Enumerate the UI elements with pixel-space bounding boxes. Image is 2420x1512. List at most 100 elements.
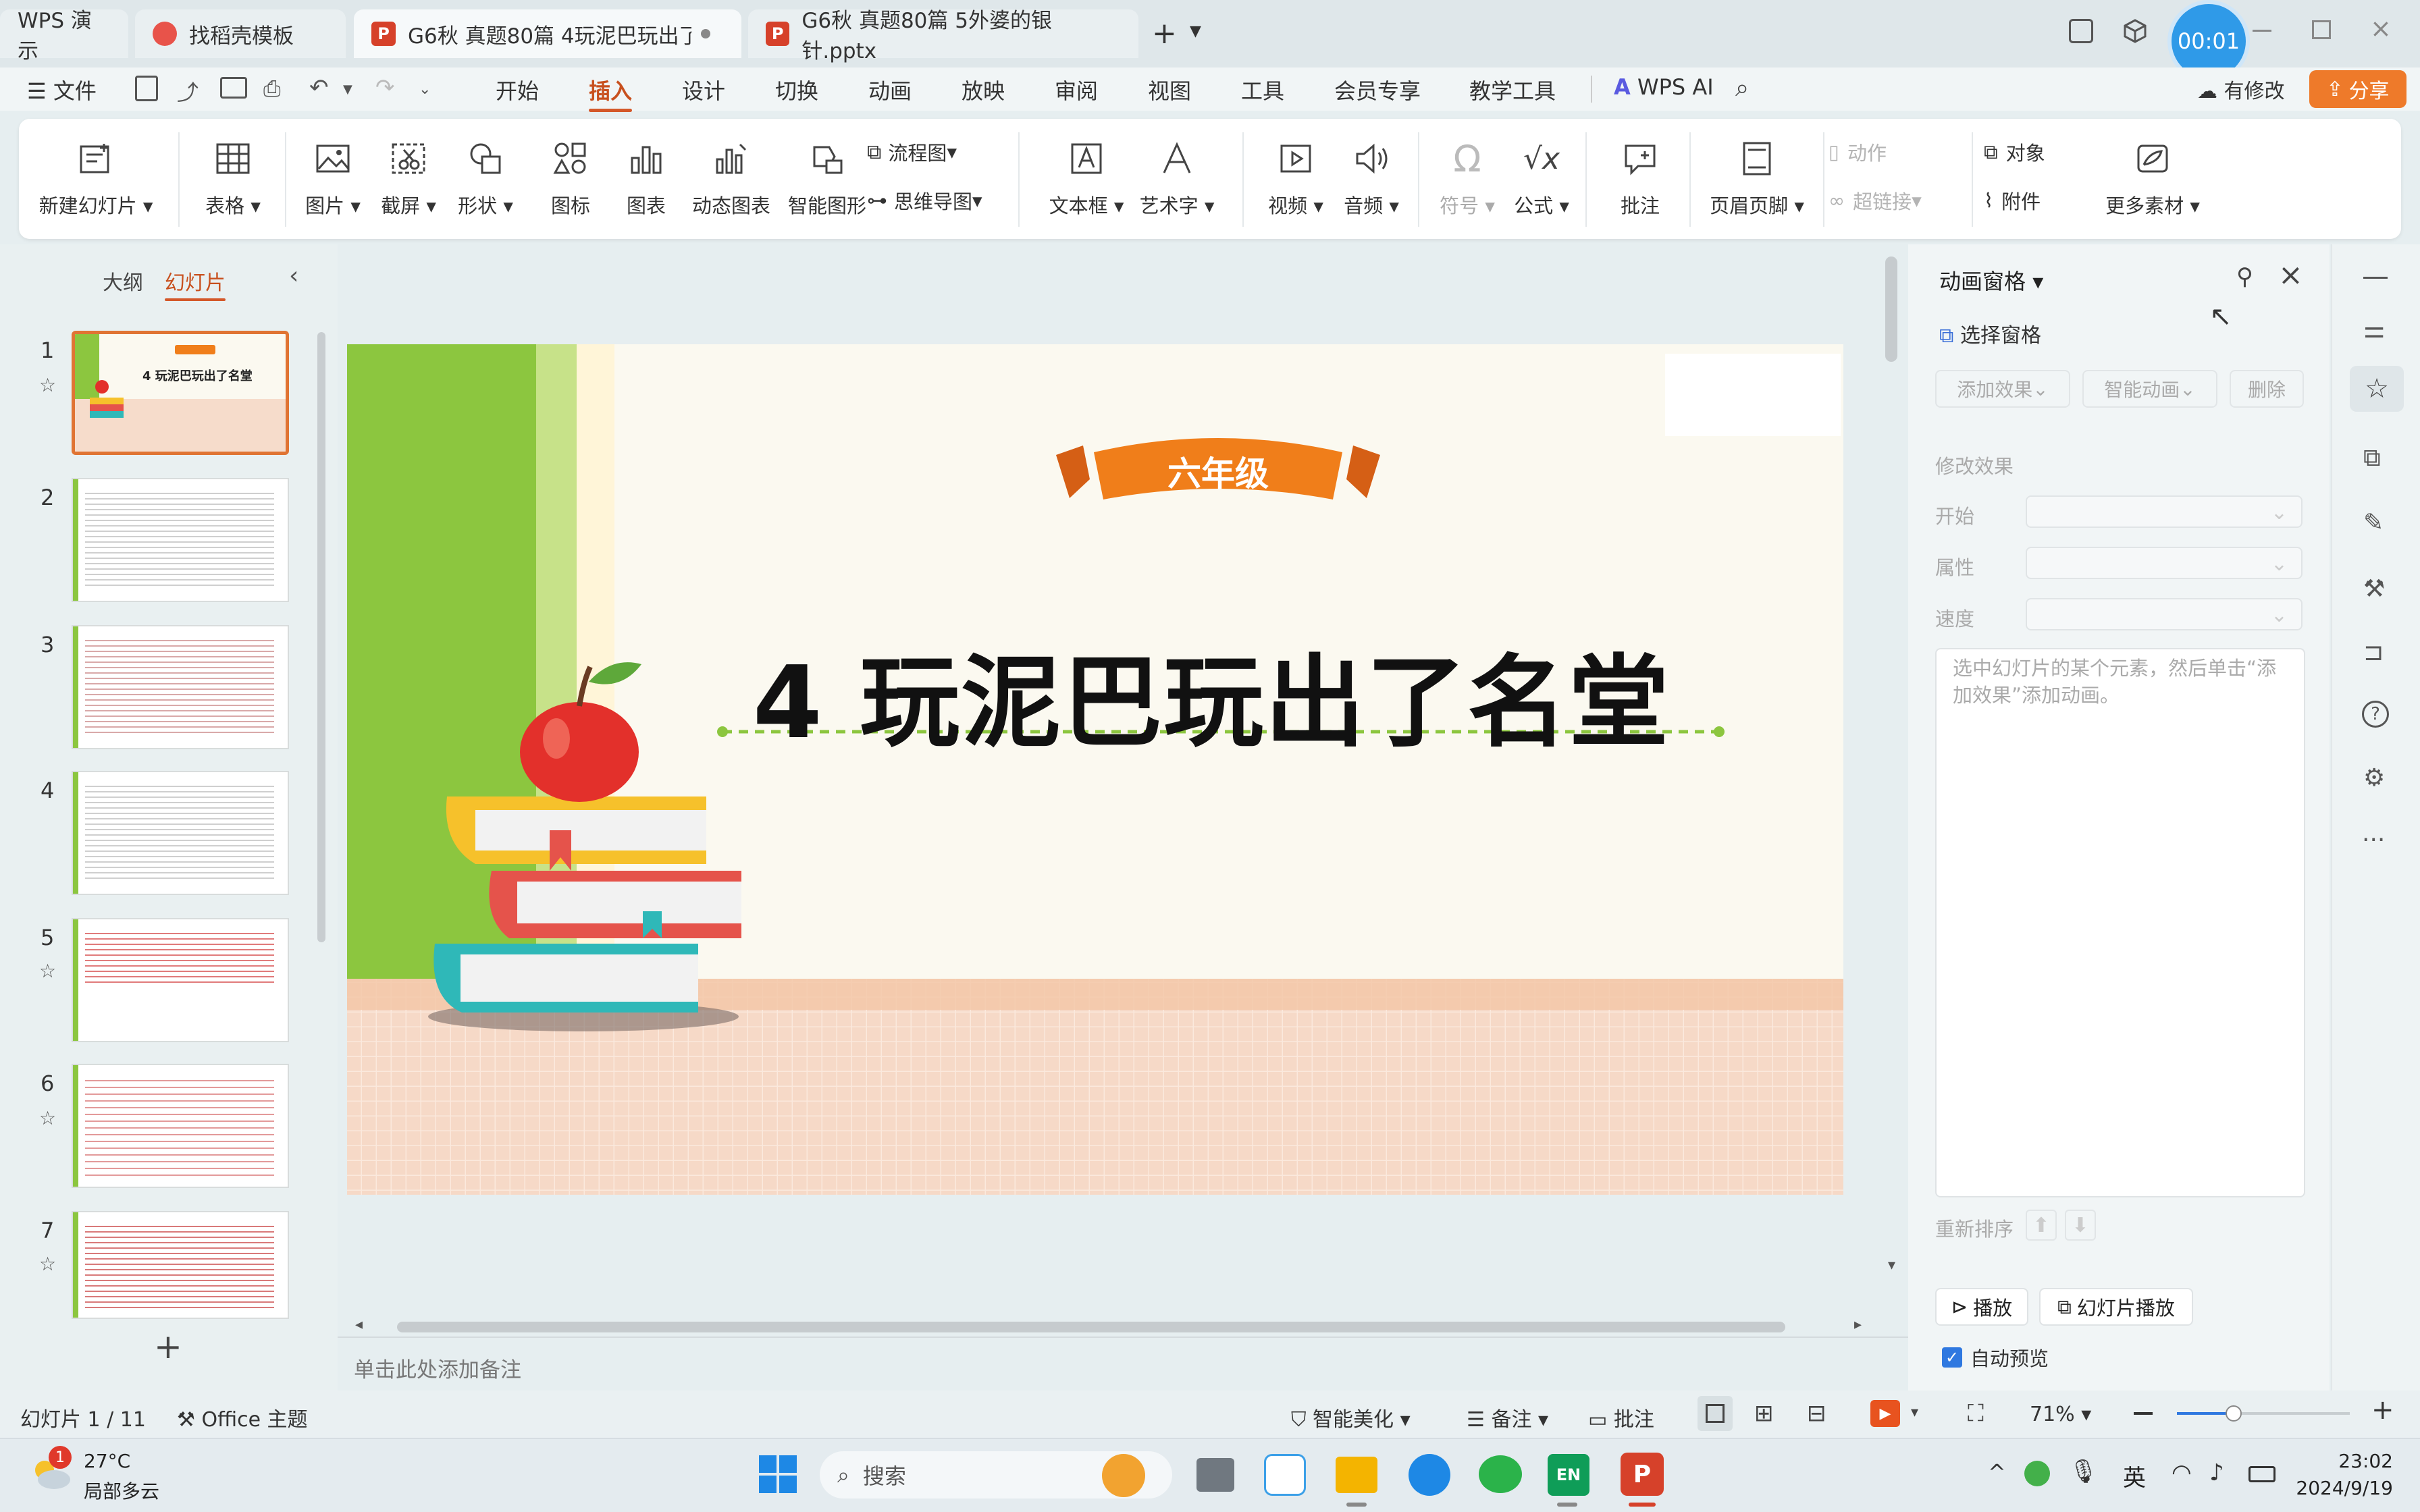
delete-animation-button[interactable]: 删除 [2230, 370, 2304, 408]
menu-animation[interactable]: 动画 [868, 74, 912, 105]
zoom-slider-thumb[interactable] [2226, 1405, 2242, 1422]
beautify-button[interactable]: ⛉ 智能美化 ▾ [1291, 1403, 1411, 1432]
add-slide-button[interactable]: + [154, 1327, 182, 1366]
tab-list-chevron-icon[interactable]: ▼ [1190, 23, 1201, 40]
canvas-horizontal-scrollbar[interactable] [397, 1322, 1785, 1332]
undo-chevron-icon[interactable]: ▼ [343, 82, 352, 97]
start-menu-icon[interactable] [758, 1454, 798, 1494]
bookmark-icon[interactable]: ⊐ [2363, 639, 2384, 666]
slide-thumbnail-7[interactable] [72, 1211, 289, 1319]
slides-tab[interactable]: 幻灯片 [165, 266, 226, 301]
smart-animation-button[interactable]: 智能动画 ⌄ [2082, 370, 2217, 408]
layers-icon[interactable]: ⧉ [2363, 444, 2381, 473]
file-explorer-icon[interactable] [1336, 1457, 1377, 1493]
battery-icon[interactable] [2248, 1466, 2276, 1482]
close-window-button[interactable]: × [2370, 14, 2392, 43]
animation-pane-title[interactable]: 动画窗格 ▾ [1939, 265, 2043, 296]
print-icon[interactable] [220, 77, 247, 99]
smart-art-button[interactable]: 智能图形 [783, 119, 871, 239]
file-menu[interactable]: ☰ 文件 [27, 74, 97, 105]
zoom-slider-track[interactable] [2177, 1412, 2350, 1415]
undo-icon[interactable]: ↶ [309, 74, 329, 101]
start-select[interactable]: ⌄ [2026, 495, 2303, 528]
menu-design[interactable]: 设计 [682, 74, 725, 105]
hyperlink-button[interactable]: ∞ 超链接 ▾ [1829, 186, 1922, 215]
grade-banner-text[interactable]: 六年级 [1137, 447, 1299, 495]
normal-view-button[interactable] [1698, 1396, 1733, 1431]
new-slide-button[interactable]: 新建幻灯片 ▾ [39, 119, 153, 239]
style-icon[interactable]: ✎ [2363, 509, 2384, 537]
zoom-out-button[interactable] [2134, 1412, 2153, 1415]
move-up-button[interactable]: ⬆ [2026, 1210, 2057, 1241]
clock-date[interactable]: 2024/9/19 [2292, 1477, 2393, 1499]
add-effect-button[interactable]: 添加效果 ⌄ [1935, 370, 2070, 408]
slide-thumbnail-6[interactable] [72, 1064, 289, 1188]
maximize-button[interactable] [2312, 20, 2331, 39]
more-material-button[interactable]: 更多素材 ▾ [2099, 119, 2207, 239]
close-pane-button[interactable]: × [2278, 258, 2303, 292]
object-button[interactable]: ⧉ 对象 [1984, 138, 2045, 166]
property-select[interactable]: ⌄ [2026, 547, 2303, 579]
search-icon[interactable]: ⌕ [1735, 74, 1749, 103]
video-button[interactable]: 视频 ▾ [1259, 119, 1333, 239]
menu-transition[interactable]: 切换 [775, 74, 818, 105]
fit-window-icon[interactable]: ⛶ [1968, 1400, 1984, 1427]
symbol-button[interactable]: Ω 符号 ▾ [1430, 119, 1504, 239]
collapse-sidebar-icon[interactable] [2363, 277, 2388, 279]
show-hidden-icons-chevron-icon[interactable]: ^ [1988, 1459, 2006, 1485]
slide-thumbnail-5[interactable] [72, 918, 289, 1042]
formula-button[interactable]: √x 公式 ▾ [1504, 119, 1579, 239]
slide-thumbnail-1[interactable]: 4 玩泥巴玩出了名堂 [72, 331, 289, 455]
tab-active-doc[interactable]: P G6秋 真题80篇 4玩泥巴玩出了名堂 [354, 9, 741, 58]
menu-tools[interactable]: 工具 [1241, 74, 1284, 105]
theme-button[interactable]: ⚒ Office 主题 [177, 1403, 308, 1432]
wps-ai-button[interactable]: A WPS AI [1614, 74, 1714, 100]
table-button[interactable]: 表格 ▾ [196, 119, 270, 239]
slide-title[interactable]: 4 玩泥巴玩出了名堂 [739, 621, 1684, 766]
dynamic-chart-button[interactable]: 动态图表 [687, 119, 775, 239]
outline-tab[interactable]: 大纲 [103, 266, 143, 296]
menu-view[interactable]: 视图 [1148, 74, 1191, 105]
quick-access-chevron-icon[interactable]: ⌄ [419, 81, 431, 98]
header-footer-button[interactable]: 页眉页脚 ▾ [1703, 119, 1811, 239]
menu-slideshow[interactable]: 放映 [962, 74, 1005, 105]
select-pane-button[interactable]: ⧉ 选择窗格 [1939, 319, 2041, 348]
animation-star-icon[interactable]: ☆ [2350, 366, 2404, 412]
export-icon[interactable]: ⤴ [177, 76, 199, 107]
animation-list[interactable]: 选中幻灯片的某个元素，然后单击“添加效果”添加动画。 [1935, 648, 2305, 1197]
thumbnail-scrollbar[interactable] [317, 332, 325, 942]
modified-status[interactable]: ☁ 有修改 [2197, 74, 2285, 104]
volume-icon[interactable]: ♪ [2209, 1459, 2224, 1486]
notes-placeholder[interactable]: 单击此处添加备注 [354, 1353, 521, 1383]
picture-button[interactable]: 图片 ▾ [296, 119, 370, 239]
mindmap-button[interactable]: ⊶ 思维导图 ▾ [867, 186, 982, 215]
reading-view-icon[interactable]: ⊟ [1807, 1400, 1826, 1427]
audio-button[interactable]: 音频 ▾ [1334, 119, 1409, 239]
print-preview-icon[interactable]: ⎙ [263, 76, 281, 102]
slideshow-play-button[interactable]: ⧉ 幻灯片播放 [2039, 1288, 2193, 1326]
share-button[interactable]: ⇪ 分享 [2309, 70, 2406, 108]
window-layout-icon[interactable] [2069, 19, 2093, 43]
tab-second-doc[interactable]: P G6秋 真题80篇 5外婆的银针.pptx [748, 9, 1138, 63]
attachment-button[interactable]: ⌇ 附件 [1984, 186, 2041, 215]
help-icon[interactable]: ? [2362, 701, 2389, 728]
action-button[interactable]: ▯ 动作 [1829, 138, 1887, 166]
tray-app-icon[interactable] [2024, 1461, 2050, 1486]
menu-review[interactable]: 审阅 [1055, 74, 1098, 105]
textbox-button[interactable]: 文本框 ▾ [1043, 119, 1130, 239]
canvas-vertical-scrollbar[interactable] [1885, 256, 1897, 362]
edge-browser-icon[interactable] [1409, 1454, 1450, 1496]
adjust-icon[interactable]: ⚌ [2363, 316, 2385, 344]
zoom-level-select[interactable]: 71% ▾ [2030, 1403, 2091, 1426]
play-button[interactable]: ⊳ 播放 [1935, 1288, 2028, 1326]
gift-icon[interactable]: ⚙ [2363, 764, 2385, 792]
chart-button[interactable]: 图表 [609, 119, 683, 239]
icon-button[interactable]: 图标 [533, 119, 608, 239]
cube-icon[interactable] [2122, 18, 2149, 45]
wifi-icon[interactable]: ◠ [2172, 1459, 2192, 1486]
menu-insert[interactable]: 插入 [589, 74, 633, 112]
slide-canvas[interactable]: 六年级 4 玩泥巴玩出了名堂 [347, 344, 1843, 1195]
comments-button[interactable]: ▭ 批注 [1588, 1403, 1654, 1432]
slide-thumbnail-3[interactable] [72, 625, 289, 749]
zoom-in-button[interactable]: + [2371, 1395, 2394, 1426]
